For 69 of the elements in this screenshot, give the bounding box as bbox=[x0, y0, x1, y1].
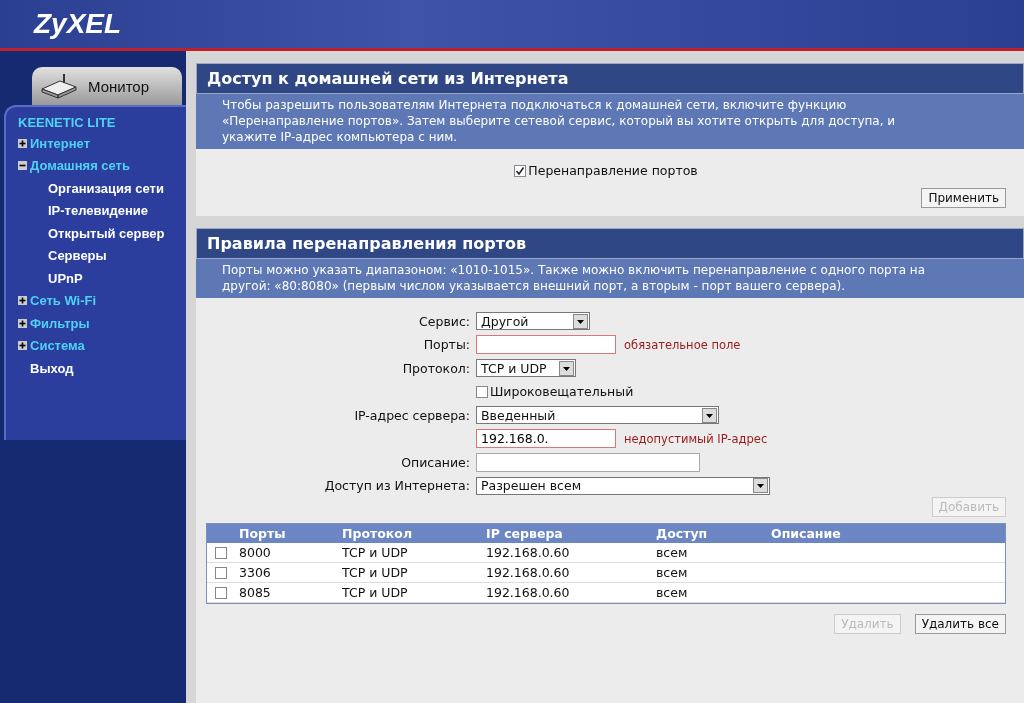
sidebar-subitem[interactable]: Открытый сервер bbox=[48, 225, 165, 241]
field-label: Сервис: bbox=[419, 313, 470, 329]
checkbox[interactable] bbox=[215, 546, 227, 559]
column-header: Описание bbox=[771, 526, 841, 541]
sidebar-item[interactable]: Сеть Wi-Fi bbox=[30, 293, 97, 309]
table-cell-text: TCP и UDP bbox=[342, 585, 409, 600]
sidebar-item[interactable]: Выход bbox=[30, 360, 74, 376]
sidebar-subitem[interactable]: Организация сети bbox=[48, 180, 164, 196]
table-cell-text: TCP и UDP bbox=[342, 565, 409, 580]
dropdown[interactable]: Другой bbox=[476, 312, 590, 331]
dropdown[interactable]: Введенный bbox=[476, 406, 719, 425]
checkbox[interactable] bbox=[215, 586, 227, 599]
checkbox[interactable] bbox=[514, 164, 527, 177]
column-header: Порты bbox=[239, 526, 287, 541]
field-label: Описание: bbox=[401, 454, 470, 470]
table-cell-text: 192.168.0.60 bbox=[486, 565, 571, 580]
section-title: Правила перенаправления портов bbox=[196, 228, 1024, 259]
sidebar-subitem[interactable]: IP-телевидение bbox=[48, 203, 149, 219]
dropdown[interactable]: TCP и UDP bbox=[476, 359, 576, 378]
table-cell-text: 3306 bbox=[239, 565, 272, 580]
caret-icon bbox=[573, 313, 588, 329]
expand-icon[interactable] bbox=[18, 341, 27, 351]
field-label: IP-адрес сервера: bbox=[354, 407, 470, 423]
caret-icon bbox=[559, 360, 574, 376]
caret-icon bbox=[702, 407, 717, 423]
section-description: Чтобы разрешить пользователям Интернета подключаться к домашней сети, включите функцию «Перенаправление портов». Затем выберите сетевой сервис, который вы хотите открыть для доступа, и укажите IP-адрес компьютера с ним. bbox=[196, 94, 1024, 149]
table-cell-text: всем bbox=[656, 585, 689, 600]
sidebar-subitem[interactable]: Серверы bbox=[48, 248, 107, 264]
delete-button[interactable]: Удалить все bbox=[914, 614, 1006, 634]
table-cell-text: 8000 bbox=[239, 545, 272, 560]
field-label: Доступ из Интернета: bbox=[324, 478, 470, 494]
table-cell-text: 8085 bbox=[239, 585, 272, 600]
sidebar-item[interactable]: Домашняя сеть bbox=[30, 158, 130, 174]
table-cell-text: всем bbox=[656, 545, 689, 560]
expand-icon[interactable] bbox=[18, 138, 27, 148]
checkbox[interactable] bbox=[215, 566, 227, 579]
input-field[interactable]: 192.168.0. bbox=[476, 429, 616, 449]
sidebar-item[interactable]: Интернет bbox=[30, 135, 90, 151]
monitor-tab[interactable]: Монитор bbox=[32, 67, 182, 105]
table-cell-text: всем bbox=[656, 565, 689, 580]
checkbox-label: Перенаправление портов bbox=[528, 163, 698, 178]
apply-button[interactable]: Применить bbox=[921, 188, 1006, 208]
router-icon bbox=[38, 73, 78, 99]
field-label: Протокол: bbox=[402, 360, 470, 376]
device-name: KEENETIC LITE bbox=[18, 115, 117, 130]
expand-icon[interactable] bbox=[18, 296, 27, 306]
sidebar-subitem[interactable]: UPnP bbox=[48, 270, 83, 286]
caret-icon bbox=[753, 478, 768, 494]
column-header: IP сервера bbox=[486, 526, 564, 541]
table-cell-text: TCP и UDP bbox=[342, 545, 409, 560]
input-field[interactable] bbox=[476, 335, 616, 355]
section-description: Порты можно указать диапазоном: «1010-1015». Также можно включить перенаправление с одного порта на другой: «80:8080» (первым числом указывается внешний порт, а вторым - порт вашего сервера). bbox=[196, 259, 1024, 298]
input-field[interactable] bbox=[476, 452, 700, 472]
error-message: обязательное поле bbox=[624, 337, 741, 352]
logo: ZyXEL bbox=[34, 8, 122, 40]
table-cell-text: 192.168.0.60 bbox=[486, 545, 571, 560]
checkbox[interactable] bbox=[476, 385, 488, 398]
column-header: Протокол bbox=[342, 526, 414, 541]
checkbox-label: Широковещательный bbox=[490, 384, 634, 400]
collapse-icon[interactable] bbox=[18, 161, 27, 171]
field-label: Порты: bbox=[423, 337, 470, 353]
section-title: Доступ к домашней сети из Интернета bbox=[196, 63, 1024, 94]
table-cell-text: 192.168.0.60 bbox=[486, 585, 571, 600]
dropdown[interactable]: Разрешен всем bbox=[476, 476, 770, 495]
sidebar-item[interactable]: Фильтры bbox=[30, 315, 90, 331]
expand-icon[interactable] bbox=[18, 318, 27, 328]
sidebar-item[interactable]: Система bbox=[30, 338, 85, 354]
error-message: недопустимый IP-адрес bbox=[624, 431, 768, 446]
column-header: Доступ bbox=[656, 526, 709, 541]
